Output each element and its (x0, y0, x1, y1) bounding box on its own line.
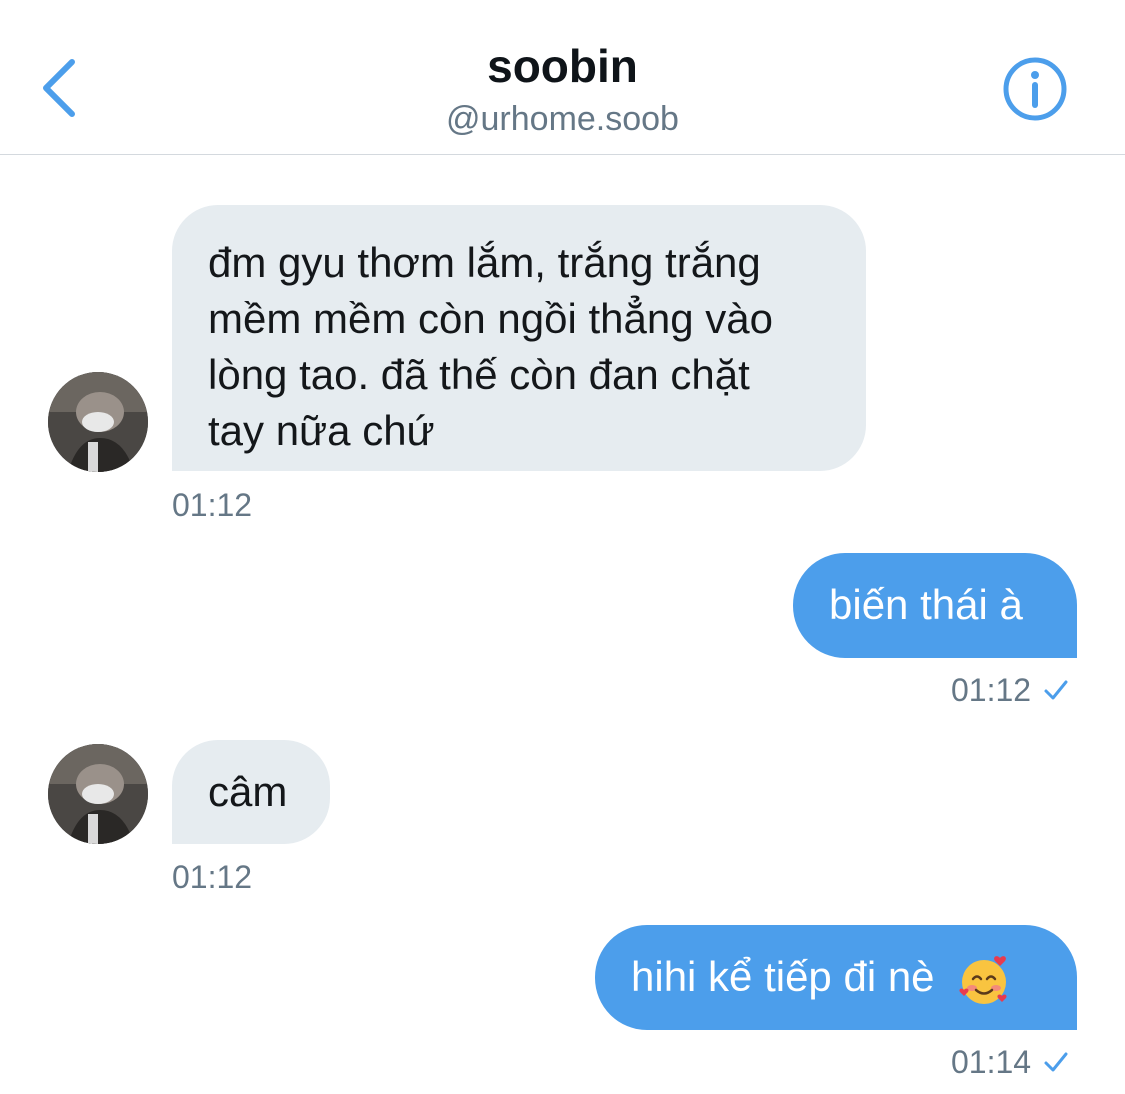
check-icon (1044, 1052, 1068, 1072)
message-meta: 01:12 (951, 671, 1069, 709)
outgoing-message-bubble[interactable]: biến thái à (793, 553, 1077, 658)
message-timestamp: 01:12 (172, 487, 253, 523)
check-icon (1044, 680, 1068, 700)
message-timestamp: 01:14 (951, 1044, 1032, 1080)
smiling-face-with-hearts-icon (959, 956, 1007, 1004)
outgoing-message-bubble[interactable]: hihi kể tiếp đi nè (595, 925, 1077, 1030)
contact-avatar[interactable] (48, 372, 148, 472)
message-text: câm (208, 768, 288, 815)
contact-handle[interactable]: @urhome.soob (0, 98, 1125, 140)
incoming-message-bubble[interactable]: đm gyu thơm lắm, trắng trắng mềm mềm còn… (172, 205, 866, 471)
message-line: mềm mềm còn ngồi thẳng vào (208, 295, 773, 342)
message-timestamp: 01:12 (172, 859, 253, 895)
message-meta: 01:14 (951, 1043, 1069, 1081)
message-timestamp: 01:12 (951, 672, 1032, 708)
contact-avatar[interactable] (48, 744, 148, 844)
message-text: hihi kể tiếp đi nè (631, 953, 935, 1000)
avatar-photo (48, 744, 148, 844)
conversation-header: soobin @urhome.soob (0, 0, 1125, 155)
message-line: tay nữa chứ (208, 407, 435, 454)
message-line: lòng tao. đã thế còn đan chặt (208, 351, 750, 398)
message-text: biến thái à (829, 581, 1023, 628)
message-line: đm gyu thơm lắm, trắng trắng (208, 239, 761, 286)
incoming-message-bubble[interactable]: câm (172, 740, 330, 844)
contact-name[interactable]: soobin (0, 38, 1125, 94)
info-button[interactable] (1000, 54, 1070, 124)
avatar-photo (48, 372, 148, 472)
info-icon (1003, 57, 1067, 121)
